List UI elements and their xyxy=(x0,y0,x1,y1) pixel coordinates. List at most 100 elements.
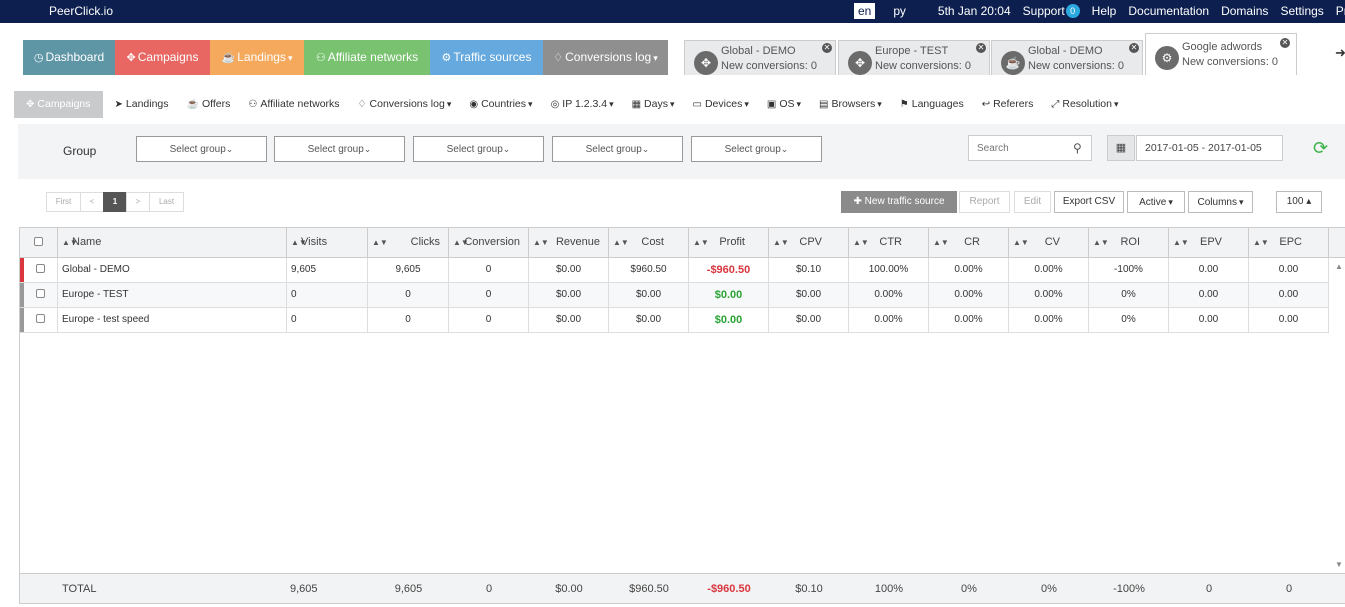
table-row[interactable]: Europe - test speed 0 0 0 $0.00 $0.00 $0… xyxy=(20,308,1329,333)
total-epc: 0 xyxy=(1285,583,1293,595)
total-conversion: 0 xyxy=(485,583,493,595)
col-header-cv[interactable]: ▲▼ CV xyxy=(1009,228,1089,257)
pager-first[interactable]: First xyxy=(46,192,81,212)
open-tab-global-demo-landing[interactable]: ☕ Global - DEMO New conversions: 0 ✕ xyxy=(991,40,1143,75)
row-name[interactable]: Europe - TEST xyxy=(58,283,287,307)
col-header-epv[interactable]: ▲▼ EPV xyxy=(1169,228,1249,257)
support-badge: 0 xyxy=(1065,4,1080,18)
col-header-clicks[interactable]: ▲▼ Clicks xyxy=(368,228,449,257)
row-clicks: 0 xyxy=(368,283,449,307)
subnav-conversions-log[interactable]: ♢ Conversions log xyxy=(358,91,452,118)
domains-link[interactable]: Domains xyxy=(1221,4,1268,18)
arrow-right-icon[interactable]: ➜ xyxy=(1335,45,1345,61)
checkbox[interactable] xyxy=(34,237,43,246)
row-cv: 0.00% xyxy=(1009,258,1089,282)
row-checkbox[interactable] xyxy=(24,258,58,282)
scroll-down-icon[interactable]: ▼ xyxy=(1335,560,1343,569)
calendar-icon[interactable]: ▦ xyxy=(1107,135,1135,161)
col-header-conversion[interactable]: ▲▼ Conversion xyxy=(449,228,529,257)
settings-link[interactable]: Settings xyxy=(1280,4,1323,18)
scroll-up-icon[interactable]: ▲ xyxy=(1335,262,1343,271)
lang-ru-button[interactable]: ру xyxy=(889,3,910,19)
columns-dropdown[interactable]: Columns xyxy=(1188,191,1253,213)
edit-button[interactable]: Edit xyxy=(1014,191,1051,213)
profile-link[interactable]: Profile xyxy=(1336,4,1345,18)
date-range-input[interactable]: 2017-01-05 - 2017-01-05 xyxy=(1136,135,1283,161)
subnav-devices[interactable]: ▭ Devices xyxy=(693,91,749,118)
checkbox[interactable] xyxy=(36,314,45,323)
page-size-select[interactable]: 100 ▴ xyxy=(1276,191,1322,213)
traffic-source-icon: ⚙ xyxy=(1155,46,1179,70)
close-icon[interactable]: ✕ xyxy=(822,43,832,53)
close-icon[interactable]: ✕ xyxy=(1129,43,1139,53)
search-icon[interactable]: ⚲ xyxy=(1073,141,1082,155)
row-name[interactable]: Europe - test speed xyxy=(58,308,287,332)
col-header-name[interactable]: ▲▼ Name xyxy=(58,228,287,257)
pager-prev[interactable]: < xyxy=(80,192,104,212)
subnav-landings[interactable]: ➤ Landings xyxy=(115,91,169,118)
nav-landings[interactable]: ☕ Landings xyxy=(210,40,304,75)
row-name[interactable]: Global - DEMO xyxy=(58,258,287,282)
active-filter-dropdown[interactable]: Active xyxy=(1127,191,1185,213)
group-select-5[interactable]: Select group xyxy=(691,136,822,162)
nav-dashboard[interactable]: ◷ Dashboard xyxy=(23,40,115,75)
documentation-link[interactable]: Documentation xyxy=(1128,4,1209,18)
col-header-epc[interactable]: ▲▼ EPC xyxy=(1249,228,1329,257)
brand-logo[interactable]: PeerClick.io xyxy=(49,4,113,18)
report-button[interactable]: Report xyxy=(959,191,1010,213)
refresh-icon[interactable]: ⟳ xyxy=(1313,138,1328,159)
group-select-3[interactable]: Select group xyxy=(413,136,544,162)
group-select-2[interactable]: Select group xyxy=(274,136,405,162)
col-header-visits[interactable]: ▲▼ Visits xyxy=(287,228,368,257)
subnav-offers[interactable]: ☕ Offers xyxy=(187,91,231,118)
close-icon[interactable]: ✕ xyxy=(1280,38,1290,48)
nav-affiliate-networks-label: Affiliate networks xyxy=(327,50,419,64)
subnav-days[interactable]: ▦ Days xyxy=(632,91,675,118)
table-row[interactable]: Global - DEMO 9,605 9,605 0 $0.00 $960.5… xyxy=(20,258,1329,283)
col-header-roi[interactable]: ▲▼ ROI xyxy=(1089,228,1169,257)
checkbox[interactable] xyxy=(36,264,45,273)
open-tab-global-demo-campaign[interactable]: ✥ Global - DEMO New conversions: 0 ✕ xyxy=(684,40,836,75)
subnav-ip[interactable]: ◎ IP 1.2.3.4 xyxy=(551,91,614,118)
help-link[interactable]: Help xyxy=(1092,4,1117,18)
col-header-ctr[interactable]: ▲▼ CTR xyxy=(849,228,929,257)
subnav-browsers[interactable]: ▤ Browsers xyxy=(819,91,882,118)
col-header-cr[interactable]: ▲▼ CR xyxy=(929,228,1009,257)
select-all-checkbox[interactable] xyxy=(20,228,58,257)
subnav-countries[interactable]: ◉ Countries xyxy=(469,91,532,118)
campaign-icon: ✥ xyxy=(848,51,872,75)
subnav-affiliate-networks[interactable]: ⚇ Affiliate networks xyxy=(248,91,339,118)
nav-campaigns[interactable]: ✥ Campaigns xyxy=(115,40,210,75)
row-checkbox[interactable] xyxy=(24,283,58,307)
table-row[interactable]: Europe - TEST 0 0 0 $0.00 $0.00 $0.00 $0… xyxy=(20,283,1329,308)
open-tab-europe-test-campaign[interactable]: ✥ Europe - TEST New conversions: 0 ✕ xyxy=(838,40,990,75)
total-label: TOTAL xyxy=(62,583,97,595)
lang-en-button[interactable]: en xyxy=(854,3,876,19)
col-header-revenue[interactable]: ▲▼ Revenue xyxy=(529,228,609,257)
col-header-profit[interactable]: ▲▼ Profit xyxy=(689,228,769,257)
plus-icon: ✚ xyxy=(853,196,862,207)
subnav-campaigns[interactable]: ✥ Campaigns xyxy=(14,91,103,118)
col-header-cost[interactable]: ▲▼ Cost xyxy=(609,228,689,257)
pager-last[interactable]: Last xyxy=(149,192,184,212)
pager-current[interactable]: 1 xyxy=(103,192,127,212)
export-csv-button[interactable]: Export CSV xyxy=(1054,191,1124,213)
row-checkbox[interactable] xyxy=(24,308,58,332)
nav-traffic-sources[interactable]: ⚙ Traffic sources xyxy=(430,40,543,75)
subnav-languages[interactable]: ⚑ Languages xyxy=(900,91,964,118)
nav-affiliate-networks[interactable]: ⚇ Affiliate networks xyxy=(304,40,430,75)
open-tab-google-adwords[interactable]: ⚙ Google adwords New conversions: 0 ✕ xyxy=(1145,33,1297,75)
pager-next[interactable]: > xyxy=(126,192,150,212)
new-traffic-source-button[interactable]: ✚ New traffic source xyxy=(841,191,957,213)
group-select-1[interactable]: Select group xyxy=(136,136,267,162)
support-link[interactable]: Support 0 xyxy=(1023,4,1080,18)
subnav-resolution[interactable]: ⤢ Resolution xyxy=(1051,91,1118,118)
group-select-4[interactable]: Select group xyxy=(552,136,683,162)
checkbox[interactable] xyxy=(36,289,45,298)
nav-conversions-log[interactable]: ♢ Conversions log xyxy=(543,40,668,75)
close-icon[interactable]: ✕ xyxy=(976,43,986,53)
subnav-os[interactable]: ▣ OS xyxy=(767,91,801,118)
total-revenue: $0.00 xyxy=(555,583,583,595)
col-header-cpv[interactable]: ▲▼ CPV xyxy=(769,228,849,257)
subnav-referers[interactable]: ↩ Referers xyxy=(982,91,1034,118)
